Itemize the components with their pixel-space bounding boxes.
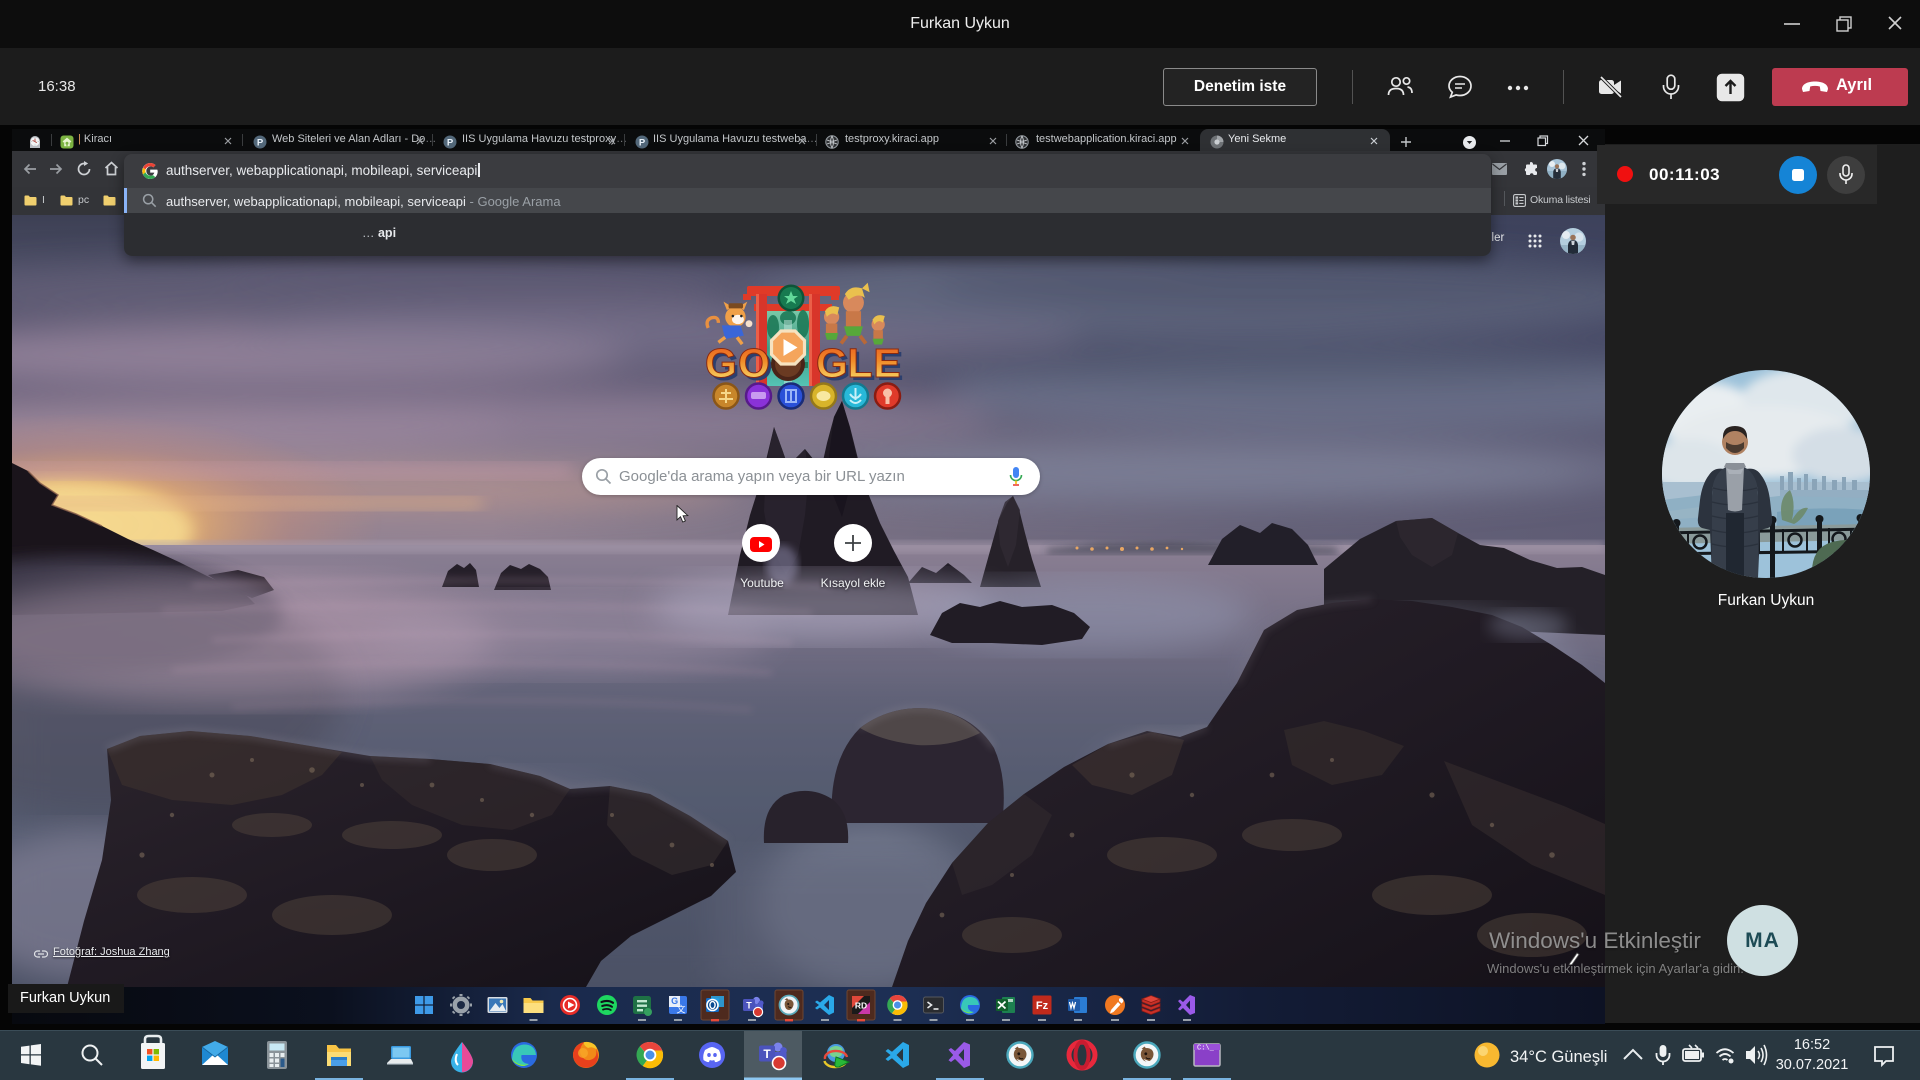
svg-text:E: E xyxy=(873,340,900,386)
svg-text:P: P xyxy=(447,137,454,148)
svg-text:P: P xyxy=(639,137,646,148)
svg-text:O: O xyxy=(738,340,770,386)
svg-text:文: 文 xyxy=(676,1004,685,1015)
svg-text:T: T xyxy=(763,1047,771,1061)
svg-text:G: G xyxy=(705,340,737,386)
svg-text:C:\_: C:\_ xyxy=(1197,1045,1215,1053)
svg-text:16:52: 16:52 xyxy=(1794,1037,1830,1053)
svg-text:L: L xyxy=(847,340,872,386)
svg-text:Fz: Fz xyxy=(1036,1000,1049,1012)
svg-text:G: G xyxy=(816,340,848,386)
svg-text:T: T xyxy=(746,1000,752,1010)
svg-text:P: P xyxy=(257,137,264,148)
svg-text:RD: RD xyxy=(855,1001,867,1011)
svg-text:30.07.2021: 30.07.2021 xyxy=(1776,1057,1849,1073)
svg-text:34°C Güneşli: 34°C Güneşli xyxy=(1510,1048,1607,1066)
